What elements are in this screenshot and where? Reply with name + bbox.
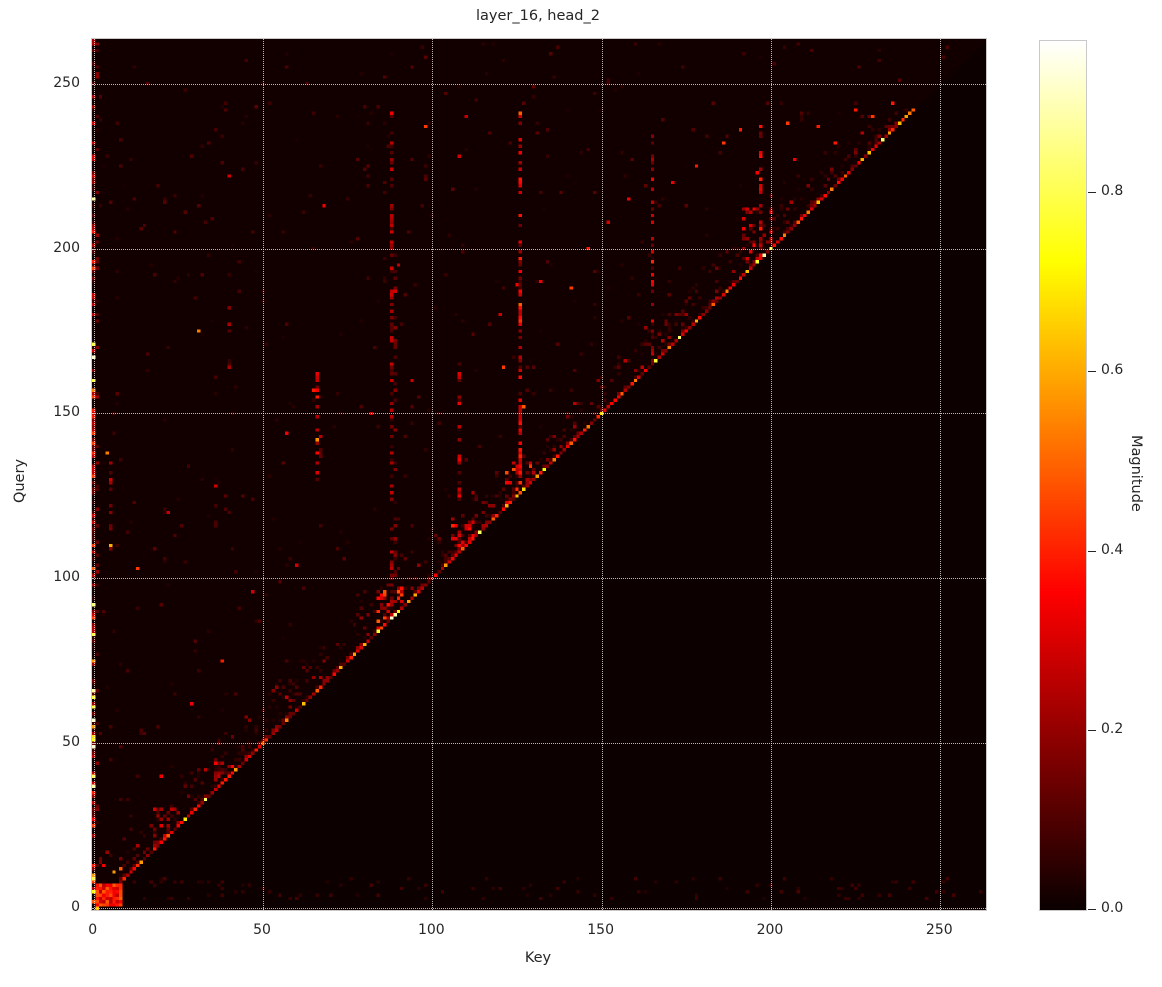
colorbar-tick-label: 0.0 [1101, 900, 1124, 917]
gridline-horizontal [92, 908, 986, 910]
gridline-vertical [770, 39, 772, 910]
heatmap-plot-area [91, 38, 987, 911]
colorbar-tick-mark [1088, 729, 1096, 731]
y-tick-label: 0 [71, 899, 80, 916]
x-tick-label: 250 [925, 922, 953, 938]
gridline-vertical [263, 39, 264, 910]
figure-canvas: { "figure": { "title": "layer_16, head_2… [0, 0, 1162, 987]
y-axis-label: Query [12, 458, 28, 504]
chart-title: layer_16, head_2 [476, 8, 600, 24]
gridline-horizontal [92, 743, 986, 745]
gridline-horizontal [92, 83, 986, 85]
x-tick-label: 0 [88, 922, 98, 938]
colorbar-gradient [1040, 41, 1086, 910]
y-tick-label: 50 [62, 734, 80, 751]
gridline-horizontal [92, 578, 986, 580]
x-tick-label: 150 [587, 922, 615, 938]
colorbar-tick-label: 0.4 [1101, 541, 1124, 558]
y-tick-label: 100 [53, 569, 80, 586]
gridline-horizontal [92, 248, 986, 250]
colorbar-tick-mark [1088, 192, 1096, 194]
colorbar-tick-label: 0.8 [1101, 183, 1124, 200]
colorbar-tick-mark [1088, 909, 1096, 910]
attention-heatmap [92, 39, 986, 910]
x-tick-label: 200 [756, 922, 784, 938]
gridline-vertical [93, 39, 95, 910]
x-axis-label: Key [524, 950, 552, 966]
gridline-vertical [940, 39, 942, 910]
y-tick-label: 150 [53, 404, 80, 421]
y-tick-label: 250 [53, 74, 80, 91]
colorbar-tick-label: 0.2 [1101, 721, 1124, 738]
colorbar-label: Magnitude [1128, 434, 1144, 512]
x-tick-label: 100 [417, 922, 445, 938]
x-tick-label: 50 [253, 922, 271, 938]
colorbar-tick-mark [1088, 550, 1096, 552]
colorbar-tick-label: 0.6 [1101, 362, 1124, 379]
gridline-vertical [432, 39, 434, 910]
gridline-horizontal [92, 413, 986, 415]
y-tick-label: 200 [53, 239, 80, 256]
colorbar-tick-mark [1088, 371, 1096, 373]
gridline-vertical [601, 39, 603, 910]
colorbar [1039, 40, 1087, 911]
